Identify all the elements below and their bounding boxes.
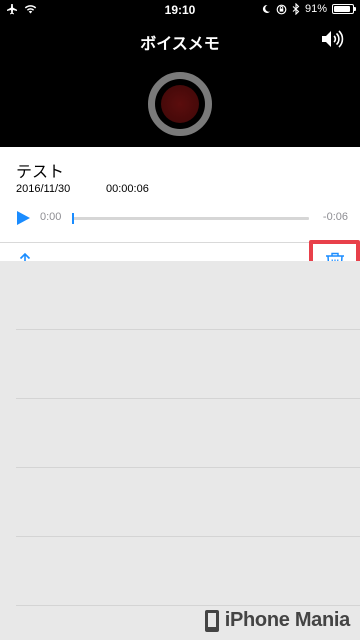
playback-scrubber[interactable]: [72, 213, 309, 224]
recording-title: テスト: [16, 164, 65, 181]
playback-time-elapsed: 0:00: [40, 211, 62, 223]
record-button-ring: [155, 79, 205, 129]
recordings-list-empty: [0, 261, 360, 640]
list-separator: [16, 398, 360, 399]
moon-icon: [262, 4, 270, 13]
battery-percent: 91%: [304, 3, 327, 15]
rotation-lock-icon: [276, 4, 287, 14]
play-icon[interactable]: [15, 210, 31, 226]
playback-scrubber-handle[interactable]: [72, 213, 74, 224]
list-separator: [16, 467, 360, 468]
battery-fill: [334, 6, 351, 12]
speaker-icon[interactable]: [320, 28, 346, 50]
recording-date: 2016/11/30: [16, 183, 71, 195]
top-panel: 19:10 91% ボイスメモ: [0, 0, 360, 147]
playback-time-remaining: -0:06: [322, 211, 348, 223]
record-button[interactable]: [148, 72, 212, 136]
record-button-core: [161, 85, 199, 123]
status-bar: 19:10 91%: [0, 0, 360, 20]
battery-icon: [332, 4, 356, 14]
list-separator: [16, 329, 360, 330]
list-separator: [16, 536, 360, 537]
watermark-text: iPhone Mania: [224, 609, 351, 631]
watermark: iPhone Mania: [204, 609, 351, 632]
bluetooth-icon: [292, 3, 300, 15]
page-title: ボイスメモ: [140, 36, 220, 53]
toolbar-divider: [0, 242, 360, 243]
recording-card[interactable]: テスト 2016/11/30 00:00:06 0:00 -0:06: [0, 147, 360, 261]
list-separator: [16, 605, 360, 606]
status-right: 91%: [261, 3, 356, 15]
phone-logo-icon: [204, 609, 219, 632]
recording-duration: 00:00:06: [106, 183, 149, 195]
